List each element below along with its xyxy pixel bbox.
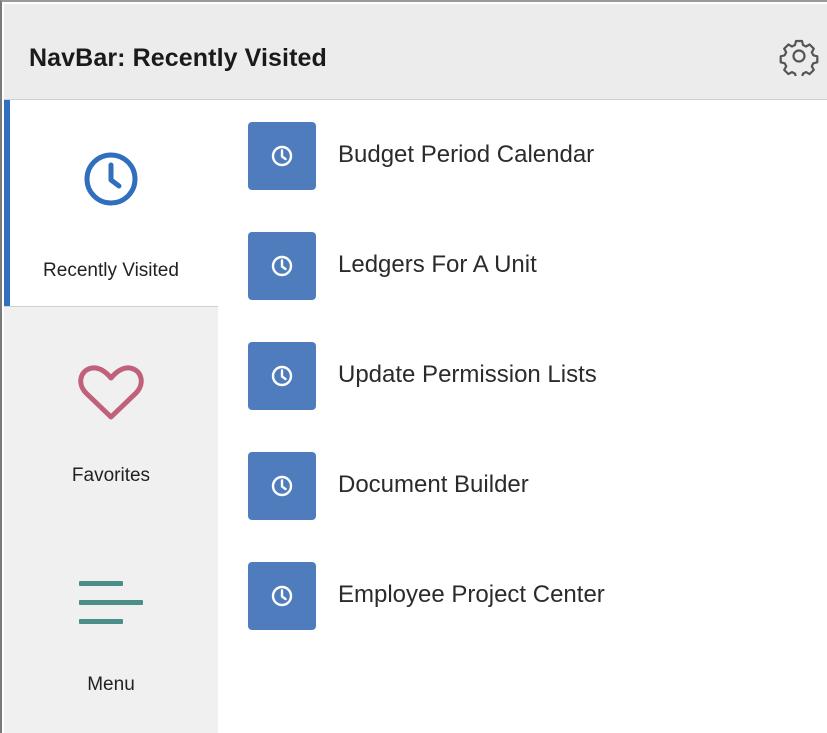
list-item[interactable]: Update Permission Lists <box>248 342 808 410</box>
page-title: NavBar: Recently Visited <box>29 44 327 72</box>
recent-items-list: Budget Period Calendar Ledgers For A Uni… <box>218 100 827 733</box>
sidebar-item-label: Menu <box>87 674 135 695</box>
list-item-label: Ledgers For A Unit <box>338 251 537 278</box>
clock-icon <box>248 232 316 300</box>
sidebar-item-label: Favorites <box>71 465 151 486</box>
sidebar-item-favorites[interactable]: Favorites <box>4 307 218 513</box>
menu-icon <box>4 578 218 628</box>
sidebar-item-label: Recently Visited <box>43 260 179 281</box>
panel-header: NavBar: Recently Visited <box>4 4 827 100</box>
clock-icon <box>248 342 316 410</box>
sidebar-item-recently-visited[interactable]: Recently Visited <box>4 100 218 307</box>
navbar-panel: NavBar: Recently Visited Recently Visite… <box>0 0 827 733</box>
list-item-label: Employee Project Center <box>338 581 605 608</box>
gear-icon[interactable] <box>779 36 819 79</box>
list-item[interactable]: Employee Project Center <box>248 562 808 630</box>
list-item[interactable]: Document Builder <box>248 452 808 520</box>
clock-icon <box>248 452 316 520</box>
list-item[interactable]: Budget Period Calendar <box>248 122 808 190</box>
navbar-sidebar: Recently Visited Favorites Menu <box>4 100 218 733</box>
list-item-label: Update Permission Lists <box>338 361 597 388</box>
heart-icon <box>4 363 218 423</box>
clock-icon <box>248 122 316 190</box>
list-item[interactable]: Ledgers For A Unit <box>248 232 808 300</box>
list-item-label: Budget Period Calendar <box>338 141 595 168</box>
sidebar-item-menu[interactable]: Menu <box>4 514 218 720</box>
list-item-label: Document Builder <box>338 471 529 498</box>
clock-icon <box>248 562 316 630</box>
clock-icon <box>4 150 218 208</box>
